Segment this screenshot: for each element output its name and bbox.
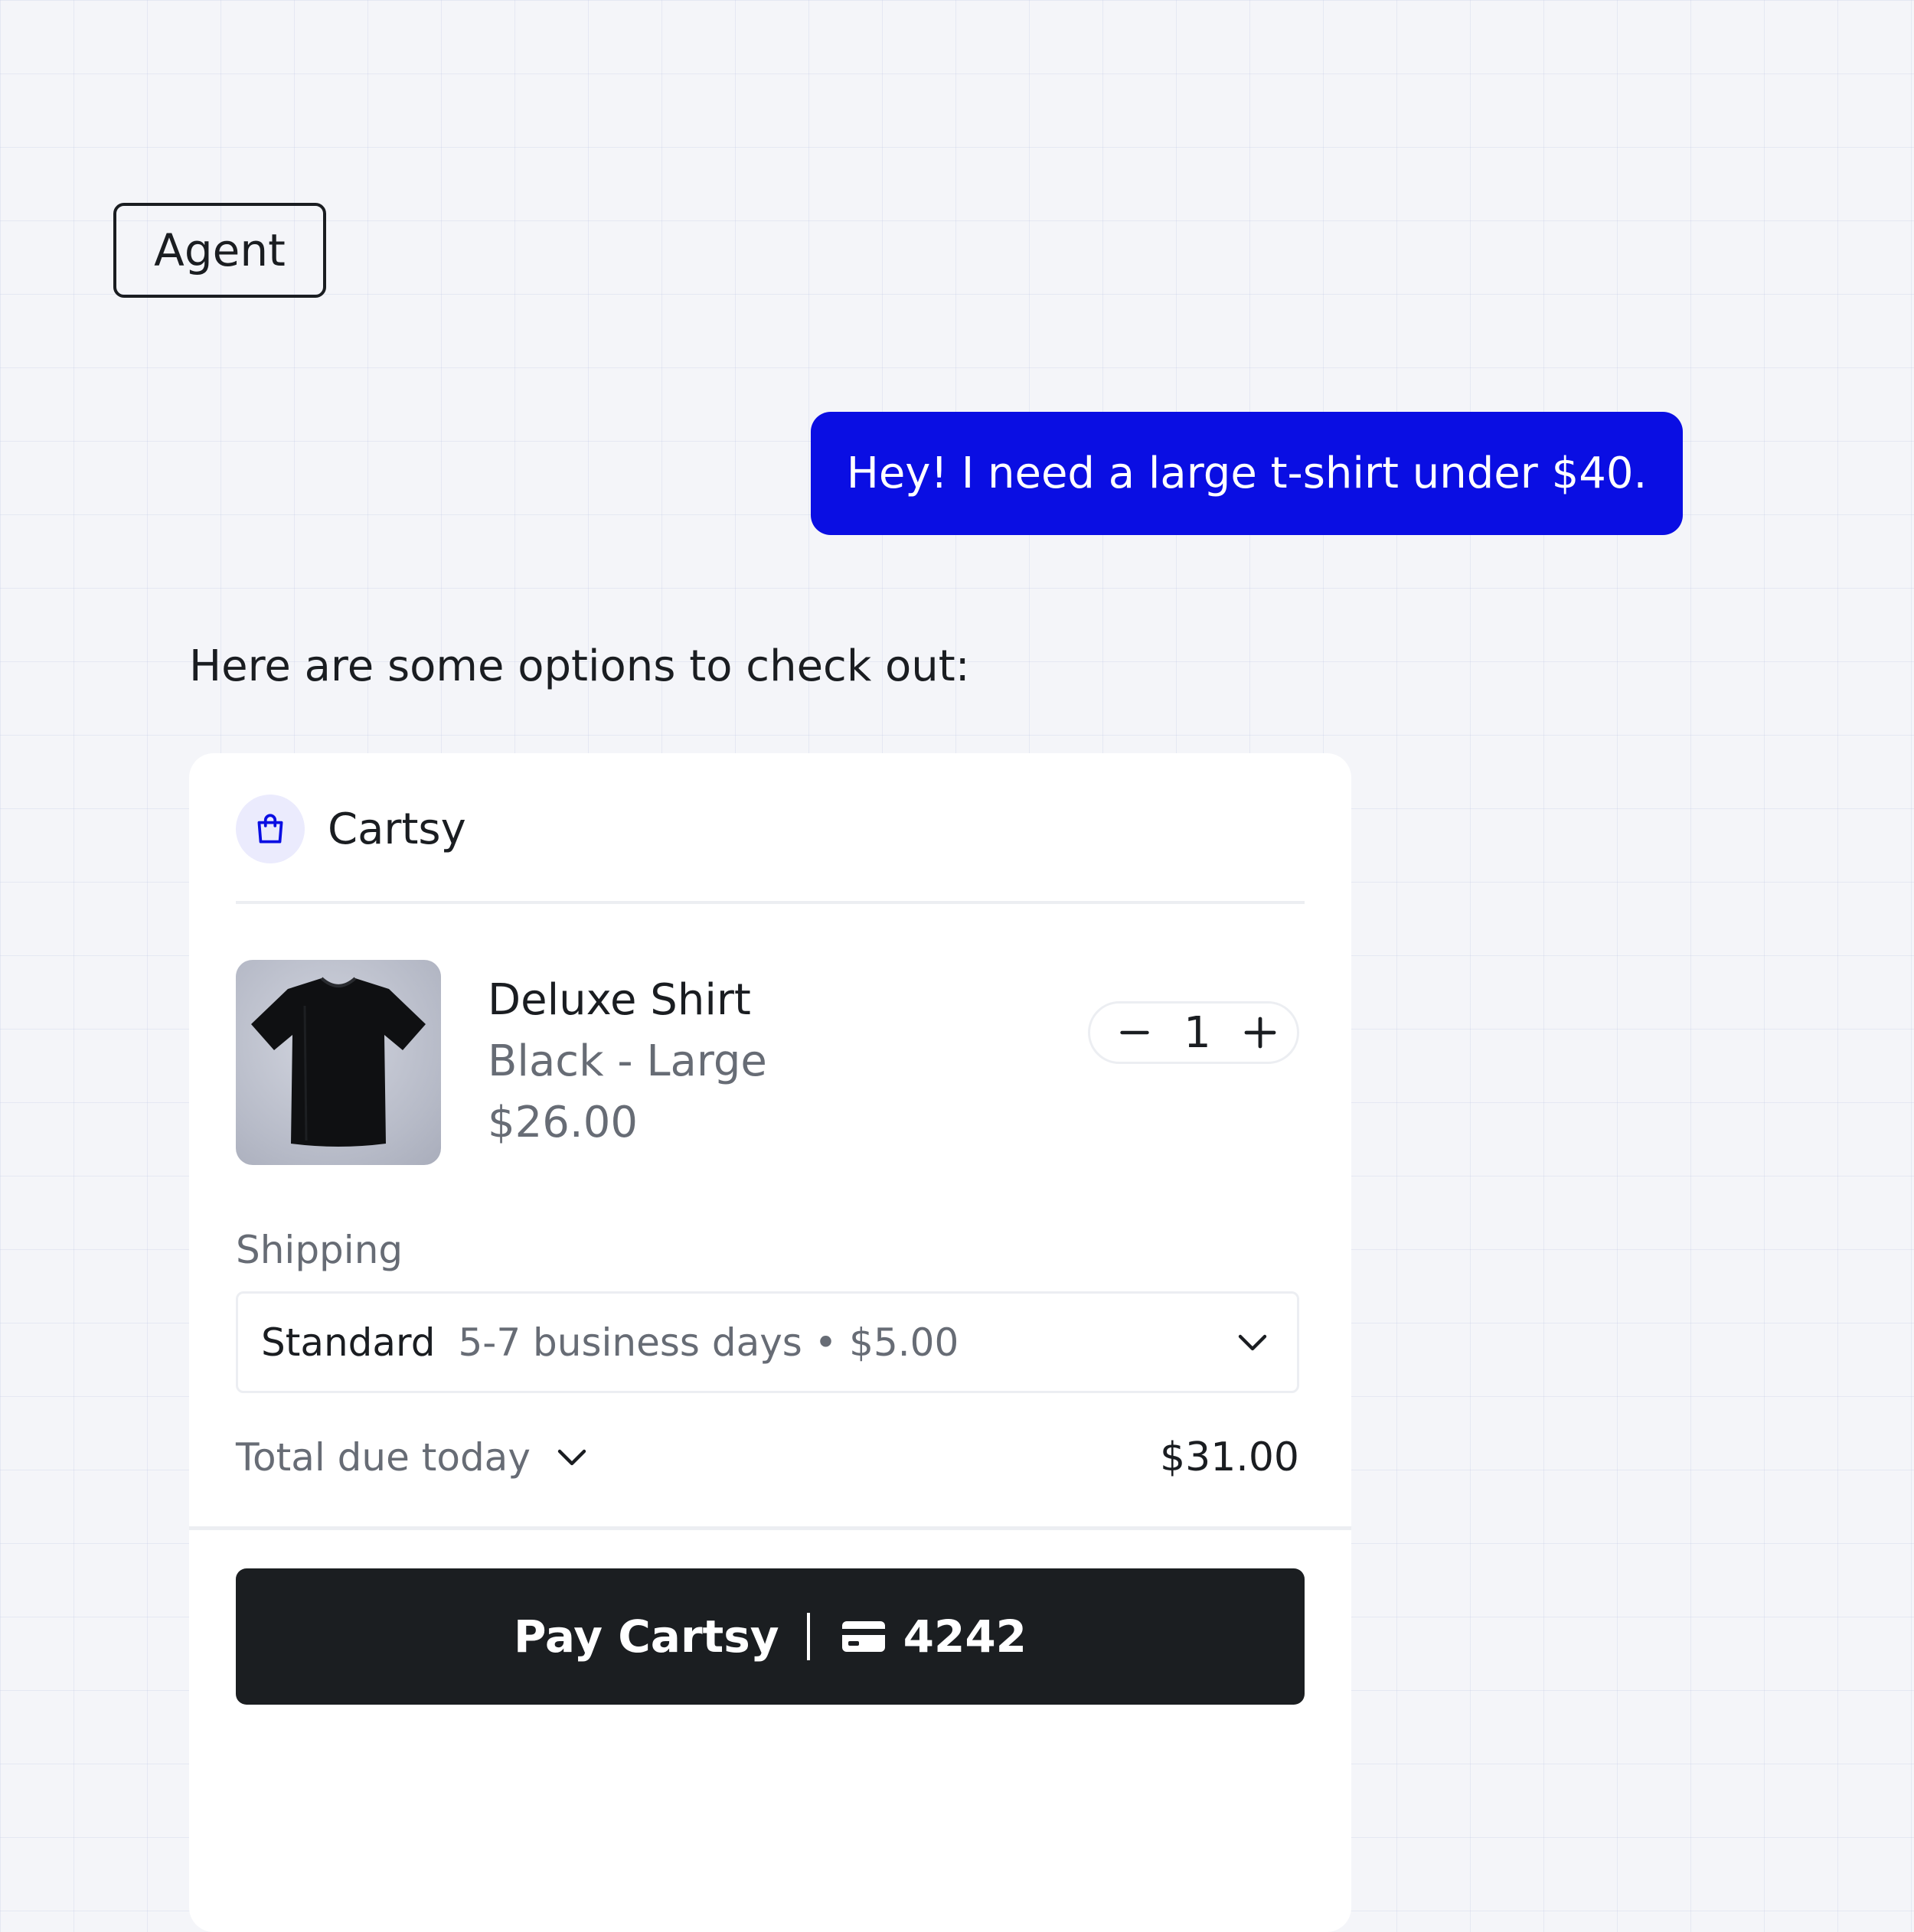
agent-tag-label: Agent [154, 224, 286, 276]
chevron-down-icon[interactable] [550, 1436, 593, 1479]
plus-icon[interactable] [1242, 1014, 1279, 1051]
agent-message-text: Here are some options to check out: [189, 641, 970, 691]
user-message-text: Hey! I need a large t-shirt under $40. [846, 449, 1648, 498]
merchant-name: Cartsy [328, 804, 466, 854]
product-variant: Black - Large [488, 1036, 767, 1086]
total-label: Total due today [236, 1435, 531, 1480]
agent-tag: Agent [113, 203, 326, 298]
user-message-bubble: Hey! I need a large t-shirt under $40. [811, 412, 1683, 535]
total-value: $31.00 [1160, 1434, 1299, 1480]
product-name: Deluxe Shirt [488, 975, 751, 1025]
checkout-card: Cartsy Deluxe Shirt Black - Large $26.00… [189, 753, 1351, 1932]
shipping-label: Shipping [236, 1228, 403, 1272]
credit-card-icon [838, 1618, 890, 1655]
quantity-stepper: 1 [1088, 1001, 1299, 1064]
product-image [236, 960, 441, 1165]
total-row: Total due today $31.00 [236, 1427, 1299, 1488]
shipping-detail: 5-7 business days • $5.00 [458, 1320, 959, 1365]
chevron-down-icon [1231, 1321, 1274, 1364]
card-last4: 4242 [903, 1611, 1027, 1663]
pay-button-label: Pay Cartsy [513, 1611, 779, 1663]
shipping-select[interactable]: Standard 5-7 business days • $5.00 [236, 1291, 1299, 1393]
pay-button[interactable]: Pay Cartsy 4242 [236, 1568, 1305, 1705]
shopping-bag-icon [236, 795, 305, 863]
pay-button-separator [806, 1613, 810, 1660]
product-price: $26.00 [488, 1098, 638, 1147]
divider [189, 1526, 1351, 1530]
divider [236, 901, 1305, 904]
merchant-header: Cartsy [236, 795, 466, 863]
shipping-method: Standard [261, 1320, 436, 1365]
quantity-value: 1 [1184, 1007, 1211, 1058]
minus-icon[interactable] [1116, 1014, 1153, 1051]
